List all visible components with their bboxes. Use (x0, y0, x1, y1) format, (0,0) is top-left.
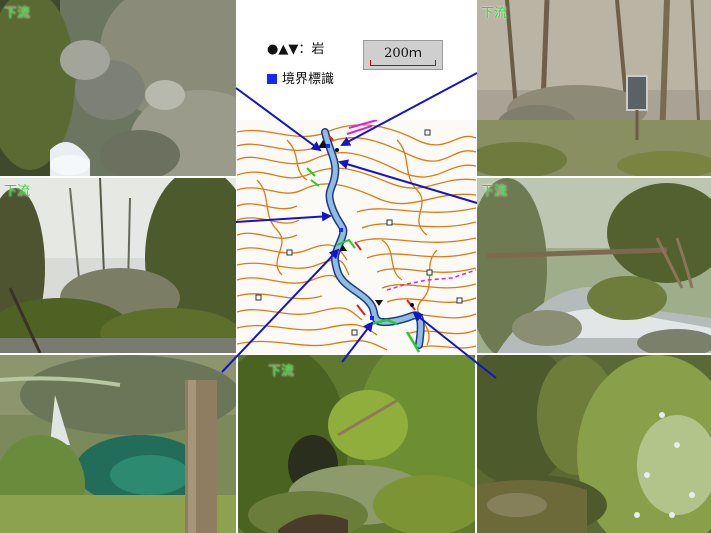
scale-label: 200ｍ (384, 46, 422, 61)
photo-bottom-right (477, 355, 711, 533)
photo-mid-left: 下流 (0, 178, 236, 353)
photo-bottom-left (0, 355, 236, 533)
topographic-map (237, 120, 476, 354)
legend-boundary-label: 境界標識 (282, 72, 335, 87)
downstream-caption: 下流 (4, 6, 31, 21)
legend-boundary-marker: 境界標識 (267, 68, 334, 87)
downstream-caption: 下流 (481, 184, 508, 199)
photo-top-left: 下流 (0, 0, 236, 176)
scale-bar-line (370, 60, 436, 66)
downstream-caption: 下流 (481, 6, 508, 21)
photo-top-right: 下流 (477, 0, 711, 176)
scale-bar: 200ｍ (363, 40, 443, 70)
boundary-marker-square-icon (267, 74, 277, 84)
legend-rock-symbols: ●▲▼：岩 (267, 42, 325, 57)
photo-bottom-center: 下流 (238, 355, 475, 533)
photo-mid-right: 下流 (477, 178, 711, 353)
downstream-caption: 下流 (268, 364, 295, 379)
downstream-caption: 下流 (4, 184, 31, 199)
